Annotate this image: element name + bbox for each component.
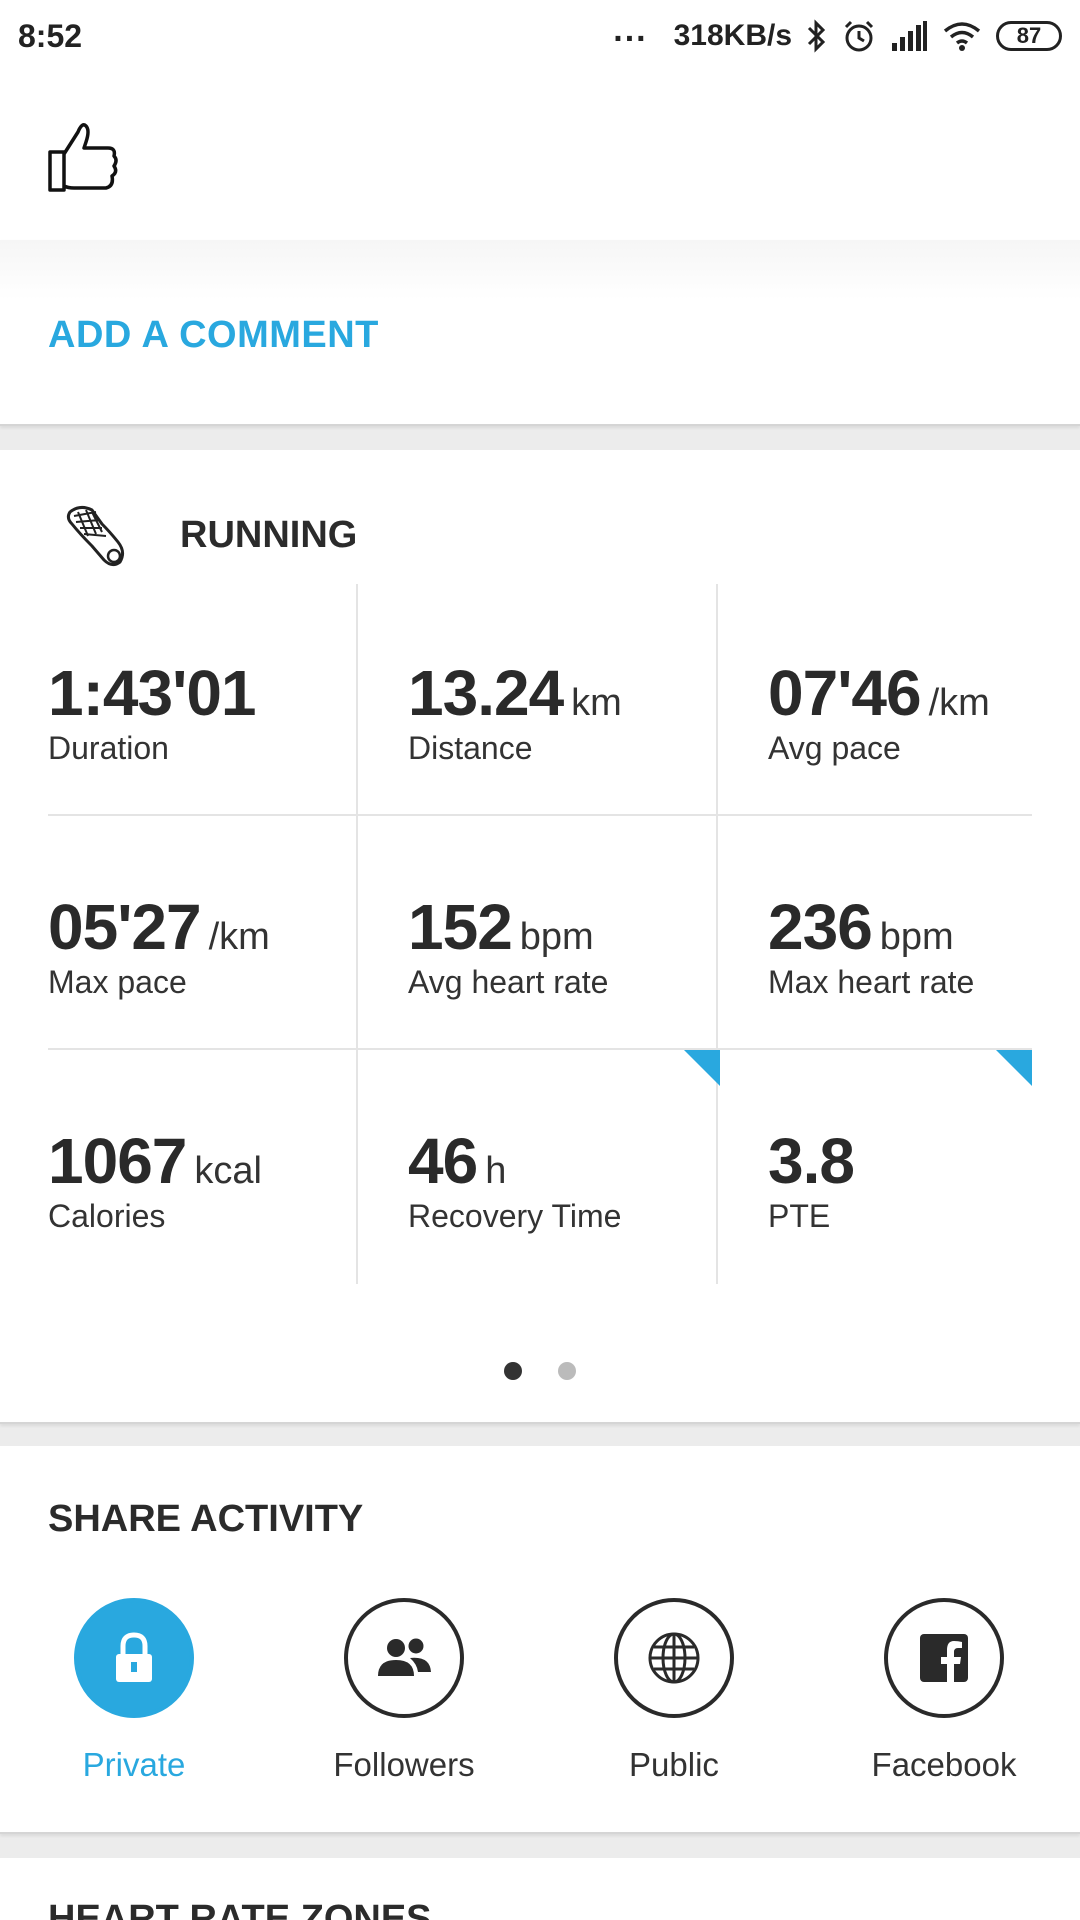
stat-label: Recovery Time — [408, 1198, 622, 1234]
share-option-label: Facebook — [871, 1746, 1017, 1783]
battery-icon: 87 — [996, 21, 1062, 51]
status-bar: 8:52 ... 318KB/s 87 — [0, 0, 1080, 72]
notification-dots: ... — [613, 10, 648, 49]
stat-value: 236 — [768, 891, 873, 963]
share-option-label: Public — [629, 1746, 719, 1783]
stat-unit: /km — [928, 682, 990, 724]
stat-label: Avg heart rate — [408, 964, 609, 1000]
network-speed: 318KB/s — [673, 19, 792, 52]
share-option-circle[interactable] — [344, 1598, 464, 1718]
stat-duration: 1:43'01 Duration — [48, 584, 360, 818]
share-option-circle[interactable] — [884, 1598, 1004, 1718]
signal-icon — [892, 21, 927, 51]
share-option-facebook[interactable]: Facebook — [844, 1598, 1044, 1798]
sport-type-label: RUNNING — [180, 514, 358, 556]
share-option-label: Followers — [333, 1746, 475, 1783]
stat-pte[interactable]: 3.8 PTE — [768, 1052, 1080, 1286]
share-title: SHARE ACTIVITY — [48, 1498, 364, 1540]
stat-unit: bpm — [879, 916, 954, 958]
running-shoe-icon — [66, 505, 125, 567]
page-dot-1[interactable] — [504, 1362, 522, 1380]
share-option-circle[interactable] — [614, 1598, 734, 1718]
stat-label: Avg pace — [768, 730, 901, 766]
heart-rate-zones-title: HEART RATE ZONES — [48, 1898, 432, 1920]
status-time: 8:52 — [18, 18, 83, 54]
stat-max-heart-rate: 236 bpm Max heart rate — [768, 818, 1080, 1052]
stat-value: 46 — [408, 1125, 478, 1197]
facebook-icon — [920, 1634, 968, 1682]
stat-unit: km — [571, 682, 622, 724]
stat-value: 1067 — [48, 1125, 187, 1197]
stat-value: 3.8 — [768, 1125, 855, 1197]
add-comment-button[interactable]: ADD A COMMENT — [48, 314, 379, 357]
status-icons: ... 318KB/s 87 — [613, 11, 1062, 56]
stat-unit: kcal — [194, 1150, 262, 1192]
stat-label: Calories — [48, 1198, 166, 1234]
info-corner-marker — [996, 1050, 1032, 1086]
stat-avg-pace: 07'46/km Avg pace — [768, 584, 1080, 818]
page-indicator — [0, 1362, 1080, 1380]
stat-value: 152 — [408, 891, 513, 963]
comment-section: ADD A COMMENT — [0, 240, 1080, 426]
stat-avg-heart-rate: 152 bpm Avg heart rate — [408, 818, 720, 1052]
stat-label: Distance — [408, 730, 533, 766]
stat-value: 05'27 — [48, 891, 202, 963]
share-option-private[interactable]: Private — [34, 1598, 234, 1798]
stat-unit: /km — [208, 916, 270, 958]
stat-value: 07'46 — [768, 657, 922, 729]
wifi-icon — [943, 22, 981, 51]
share-option-followers[interactable]: Followers — [304, 1598, 504, 1798]
share-option-circle[interactable] — [74, 1598, 194, 1718]
stat-unit: h — [485, 1150, 507, 1192]
stat-label: Max pace — [48, 964, 187, 1000]
stat-label: Max heart rate — [768, 964, 975, 1000]
like-section — [0, 72, 1080, 240]
stat-value: 1:43'01 — [48, 657, 256, 729]
share-option-public[interactable]: Public — [574, 1598, 774, 1798]
stat-value: 13.24 — [408, 657, 564, 729]
followers-icon — [378, 1638, 431, 1676]
bluetooth-icon — [807, 19, 826, 53]
stat-calories: 1067 kcal Calories — [48, 1052, 360, 1286]
share-option-label: Private — [82, 1746, 186, 1783]
share-activity-card: SHARE ACTIVITY Private Followers Public … — [0, 1446, 1080, 1834]
stat-max-pace: 05'27/km Max pace — [48, 818, 360, 1052]
stat-unit: bpm — [519, 916, 594, 958]
globe-icon — [648, 1632, 700, 1684]
stats-grid: 1:43'01 Duration 13.24 km Distance 07'46/… — [48, 584, 1032, 1284]
page-dot-2[interactable] — [558, 1362, 576, 1380]
stat-label: Duration — [48, 730, 169, 766]
heart-rate-zones-card: HEART RATE ZONES — [0, 1858, 1080, 1920]
lock-icon — [116, 1632, 152, 1682]
stat-recovery-time[interactable]: 46 h Recovery Time — [408, 1052, 720, 1286]
alarm-icon — [844, 20, 874, 52]
info-corner-marker — [684, 1050, 720, 1086]
thumbs-up-icon[interactable] — [44, 116, 124, 196]
stat-distance: 13.24 km Distance — [408, 584, 720, 818]
stat-label: PTE — [768, 1198, 831, 1234]
